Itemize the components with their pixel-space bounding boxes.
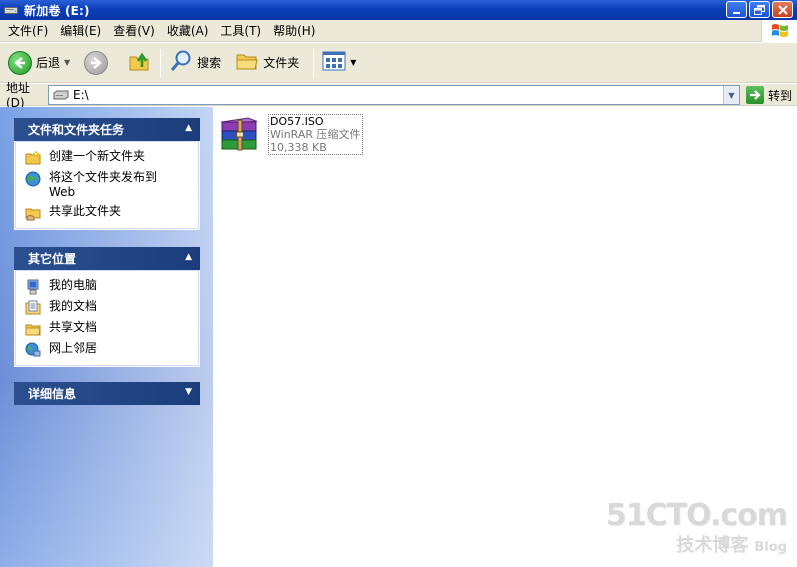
details-panel: 详细信息 ▼ <box>14 382 200 405</box>
details-header[interactable]: 详细信息 ▼ <box>14 382 200 405</box>
panel-title: 详细信息 <box>28 387 77 401</box>
share-folder-icon <box>25 205 41 221</box>
new-folder-icon <box>25 150 41 166</box>
toolbar-separator <box>160 48 162 77</box>
shared-documents-icon <box>25 321 41 337</box>
place-my-documents[interactable]: 我的文档 <box>15 297 199 318</box>
collapse-chevron-icon[interactable]: ▲ <box>185 252 192 262</box>
address-path: E:\ <box>73 88 89 102</box>
title-bar[interactable]: 新加卷 (E:) <box>0 0 797 20</box>
back-dropdown-icon[interactable]: ▼ <box>64 58 70 67</box>
menu-favorites[interactable]: 收藏(A) <box>161 20 215 42</box>
task-new-folder[interactable]: 创建一个新文件夹 <box>15 147 199 168</box>
drive-icon <box>4 4 18 16</box>
address-dropdown-icon[interactable]: ▼ <box>723 86 739 104</box>
place-label: 我的文档 <box>49 299 98 313</box>
task-label: 创建一个新文件夹 <box>49 149 146 163</box>
file-name: DO57.ISO <box>270 115 324 128</box>
search-icon <box>169 49 193 76</box>
folders-button[interactable]: 文件夹 <box>231 46 303 80</box>
back-arrow-icon <box>8 50 32 75</box>
views-icon <box>322 51 346 74</box>
place-shared-documents[interactable]: 共享文档 <box>15 318 199 339</box>
my-computer-icon <box>25 279 41 295</box>
expand-chevron-icon[interactable]: ▼ <box>185 387 192 397</box>
other-places-header[interactable]: 其它位置 ▲ <box>14 247 200 270</box>
my-documents-icon <box>25 300 41 316</box>
toolbar: 后退 ▼ 搜索 文件夹 ▼ <box>0 43 797 83</box>
back-label: 后退 <box>36 56 61 70</box>
file-folder-tasks-panel: 文件和文件夹任务 ▲ 创建一个新文件夹 将这个文件夹发布到 Web 共享此文件夹 <box>14 118 200 230</box>
toolbar-separator <box>313 48 315 77</box>
watermark-sub: 技术博客 <box>676 535 749 556</box>
collapse-chevron-icon[interactable]: ▲ <box>185 123 192 133</box>
watermark-main: 51CTO.com <box>605 498 788 533</box>
address-label: 地址(D) <box>6 81 31 110</box>
panel-title: 其它位置 <box>28 252 77 266</box>
task-share-folder[interactable]: 共享此文件夹 <box>15 202 199 223</box>
window-title: 新加卷 (E:) <box>24 3 90 18</box>
watermark-blog: Blog <box>754 540 787 555</box>
forward-button[interactable] <box>80 46 112 80</box>
task-pane: 文件和文件夹任务 ▲ 创建一个新文件夹 将这个文件夹发布到 Web 共享此文件夹… <box>0 107 213 567</box>
place-label: 共享文档 <box>49 320 98 334</box>
views-dropdown-icon[interactable]: ▼ <box>350 58 356 67</box>
publish-web-icon <box>25 171 41 187</box>
minimize-button[interactable] <box>726 1 747 18</box>
forward-arrow-icon <box>84 50 109 75</box>
menu-file[interactable]: 文件(F) <box>0 20 54 42</box>
windows-logo-icon <box>761 20 797 42</box>
close-button[interactable] <box>772 1 793 18</box>
address-field[interactable]: E:\ ▼ <box>48 85 740 105</box>
file-folder-tasks-header[interactable]: 文件和文件夹任务 ▲ <box>14 118 200 141</box>
folder-icon <box>235 49 259 76</box>
task-label: 将这个文件夹发布到 Web <box>49 170 158 199</box>
other-places-panel: 其它位置 ▲ 我的电脑 我的文档 共享文档 网上邻居 <box>14 247 200 367</box>
network-places-icon <box>25 342 41 358</box>
address-bar: 地址(D) E:\ ▼ 转到 <box>0 81 797 110</box>
menu-bar: 文件(F) 编辑(E) 查看(V) 收藏(A) 工具(T) 帮助(H) <box>0 20 797 42</box>
watermark-sub-line: 技术博客 Blog <box>606 531 787 557</box>
file-item[interactable]: DO57.ISO WinRAR 压缩文件 10,338 KB <box>218 114 364 158</box>
file-label-box: DO57.ISO WinRAR 压缩文件 10,338 KB <box>268 114 363 155</box>
drive-icon <box>53 90 69 100</box>
winrar-archive-icon <box>218 114 262 154</box>
place-label: 网上邻居 <box>49 341 98 355</box>
menu-tools[interactable]: 工具(T) <box>214 20 267 42</box>
folders-label: 文件夹 <box>263 56 300 70</box>
up-folder-button[interactable] <box>124 46 156 80</box>
go-button[interactable]: 转到 <box>746 85 792 105</box>
up-folder-icon <box>128 49 152 76</box>
go-arrow-icon <box>746 86 764 104</box>
search-button[interactable]: 搜索 <box>165 46 225 80</box>
file-size: 10,338 KB <box>270 141 327 154</box>
search-label: 搜索 <box>197 56 222 70</box>
watermark: 51CTO.com 技术博客 Blog <box>605 498 788 557</box>
menu-view[interactable]: 查看(V) <box>107 20 161 42</box>
go-label: 转到 <box>768 88 793 103</box>
back-button[interactable]: 后退 ▼ <box>4 46 74 80</box>
task-label: 共享此文件夹 <box>49 204 122 218</box>
maximize-button[interactable] <box>749 1 770 18</box>
file-type: WinRAR 压缩文件 <box>270 128 361 141</box>
task-publish-web[interactable]: 将这个文件夹发布到 Web <box>15 168 199 202</box>
menu-edit[interactable]: 编辑(E) <box>54 20 107 42</box>
place-label: 我的电脑 <box>49 278 98 292</box>
views-button[interactable]: ▼ <box>318 46 360 80</box>
panel-title: 文件和文件夹任务 <box>28 123 125 137</box>
place-network-places[interactable]: 网上邻居 <box>15 339 199 360</box>
menu-help[interactable]: 帮助(H) <box>267 20 321 42</box>
place-my-computer[interactable]: 我的电脑 <box>15 276 199 297</box>
